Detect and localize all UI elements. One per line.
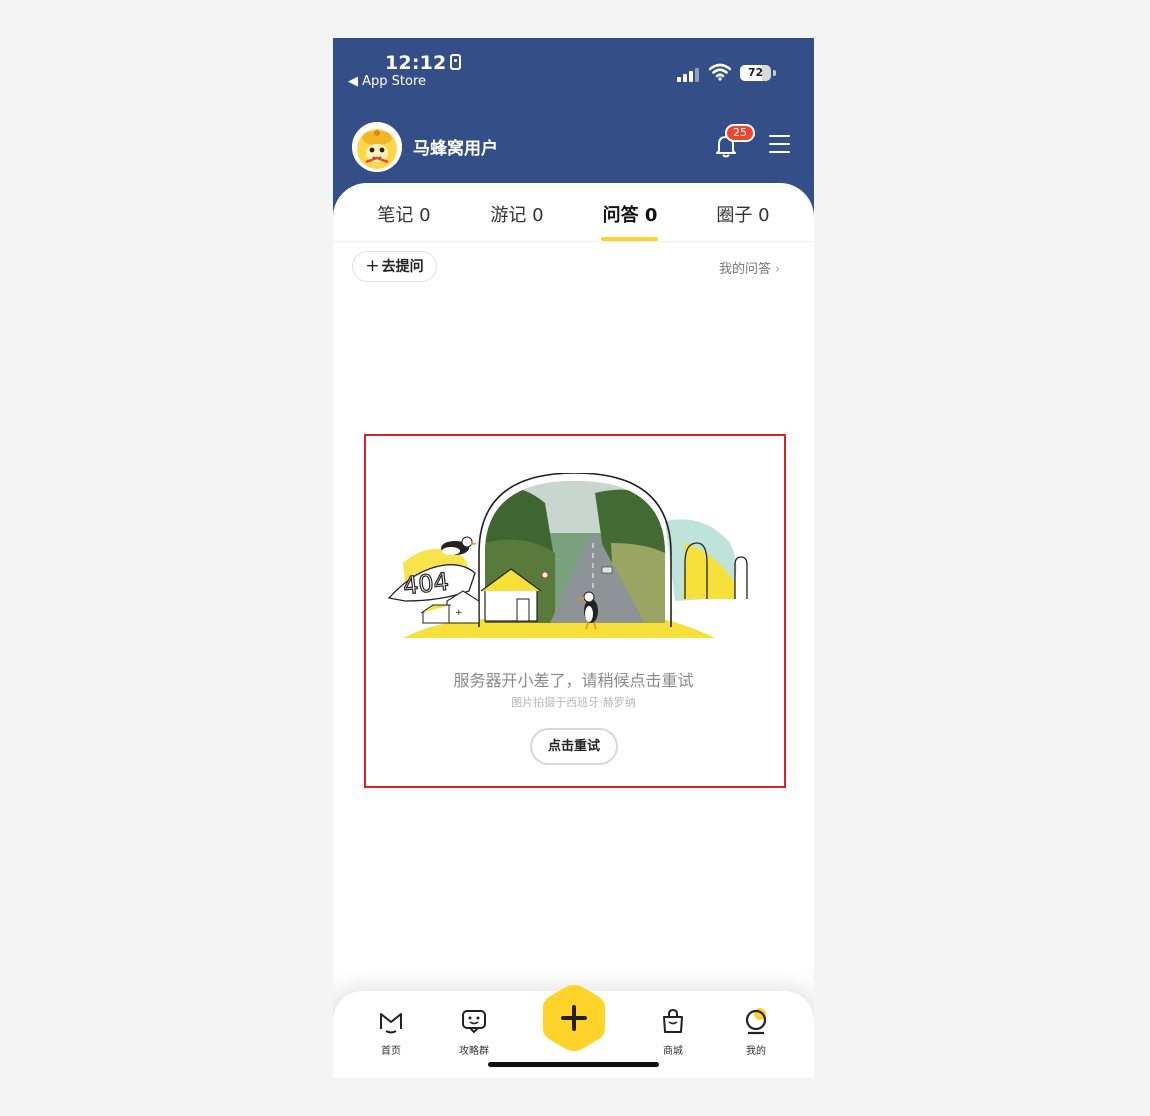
error-message: 服务器开小差了，请稍候点击重试 bbox=[453, 671, 694, 690]
nav-mall[interactable]: 商城 bbox=[643, 1007, 703, 1057]
plus-icon: + bbox=[365, 256, 380, 276]
chevron-right-icon: › bbox=[775, 262, 781, 277]
nav-guide-group-label: 攻略群 bbox=[459, 1046, 489, 1057]
tab-qa[interactable]: 问答 0 bbox=[601, 201, 659, 227]
avatar[interactable] bbox=[352, 122, 402, 172]
home-indicator bbox=[488, 1062, 659, 1067]
ask-question-button[interactable]: + 去提问 bbox=[352, 251, 437, 282]
hamburger-menu-icon[interactable] bbox=[769, 135, 790, 153]
battery-icon: 72 bbox=[740, 65, 771, 81]
404-badge-text: 404 bbox=[402, 568, 450, 601]
nav-me-label: 我的 bbox=[746, 1046, 766, 1057]
chat-icon bbox=[462, 1010, 486, 1034]
my-qa-link[interactable]: 我的问答 › bbox=[719, 258, 780, 277]
content-panel: 笔记 0 游记 0 问答 0 圈子 0 + 去提问 我的问答 › 404 + 服… bbox=[333, 183, 814, 1078]
battery-tip bbox=[773, 70, 776, 76]
ask-question-label: 去提问 bbox=[381, 259, 424, 275]
tab-circles[interactable]: 圈子 0 bbox=[714, 201, 772, 227]
wifi-icon bbox=[709, 63, 731, 81]
nav-home-label: 首页 bbox=[381, 1046, 401, 1057]
nav-me[interactable]: 我的 bbox=[726, 1007, 786, 1057]
create-post-button[interactable] bbox=[539, 983, 609, 1053]
retry-button[interactable]: 点击重试 bbox=[530, 728, 618, 765]
active-tab-indicator bbox=[601, 237, 658, 241]
svg-text:+: + bbox=[455, 608, 463, 618]
phone-screen: 12:12 ◀ App Store 72 马蜂窝用户 25 笔记 0 游记 0 … bbox=[333, 38, 814, 1078]
error-404-illustration: 404 + bbox=[387, 473, 748, 638]
cellular-signal-icon bbox=[677, 68, 701, 82]
nav-guide-group[interactable]: 攻略群 bbox=[444, 1007, 504, 1057]
tab-bar: 笔记 0 游记 0 问答 0 圈子 0 bbox=[333, 183, 814, 242]
bee-mascot-icon bbox=[352, 122, 402, 172]
status-time-text: 12:12 bbox=[385, 52, 447, 74]
notification-count-badge: 25 bbox=[725, 124, 755, 142]
nav-mall-label: 商城 bbox=[663, 1046, 683, 1057]
my-qa-label: 我的问答 bbox=[719, 262, 772, 277]
nav-home[interactable]: 首页 bbox=[361, 1007, 421, 1057]
tab-notes[interactable]: 笔记 0 bbox=[375, 201, 433, 227]
battery-level: 72 bbox=[747, 66, 764, 79]
back-to-app-store-link[interactable]: ◀ App Store bbox=[348, 74, 426, 89]
username[interactable]: 马蜂窝用户 bbox=[413, 134, 498, 159]
home-icon bbox=[380, 1013, 402, 1034]
status-bar-time: 12:12 bbox=[385, 52, 462, 74]
photo-caption: 图片拍摄于西班牙·赫罗纳 bbox=[511, 696, 636, 709]
screenshot-frame: 12:12 ◀ App Store 72 马蜂窝用户 25 笔记 0 游记 0 … bbox=[0, 0, 1150, 1116]
contact-card-icon bbox=[450, 54, 462, 70]
shopping-bag-icon bbox=[663, 1008, 683, 1033]
profile-icon bbox=[745, 1008, 767, 1035]
tab-travelogues[interactable]: 游记 0 bbox=[488, 201, 546, 227]
